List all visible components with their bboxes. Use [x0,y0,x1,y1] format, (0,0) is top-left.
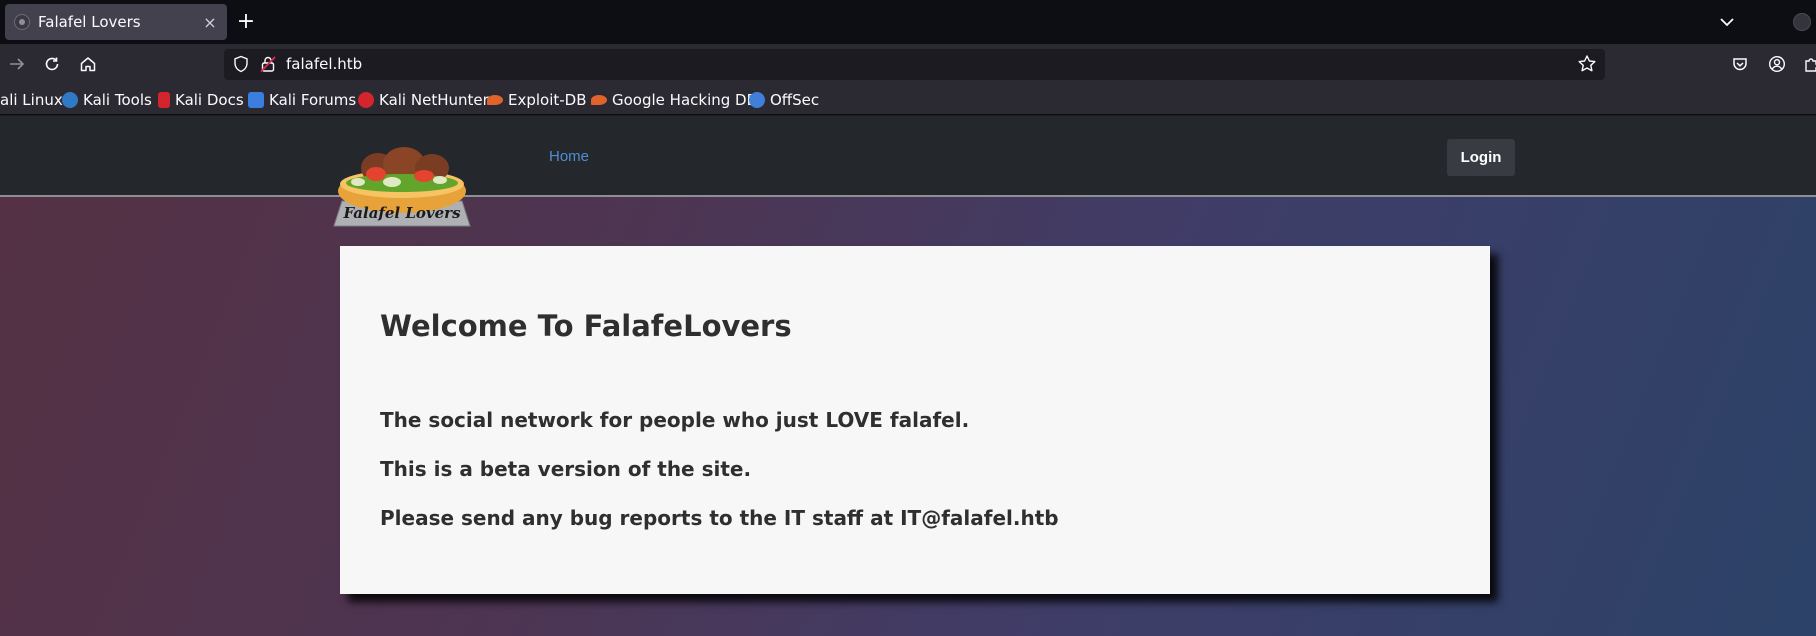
bookmark-label: Kali Tools [83,91,152,109]
bookmark-kali-forums[interactable]: Kali Forums [248,90,356,110]
window-control-icon[interactable] [1793,13,1811,31]
account-icon[interactable] [1765,52,1789,76]
tab-strip: Falafel Lovers × + [0,0,1816,44]
beta-notice-text: This is a beta version of the site. [380,457,752,481]
bookmark-exploit-db[interactable]: Exploit-DB [487,90,587,110]
site-header: Home Login [0,116,1816,197]
url-text[interactable]: falafel.htb [286,55,362,73]
falafel-lovers-logo[interactable]: Falafel Lovers [332,146,472,228]
bookmark-star-icon[interactable] [1577,54,1597,74]
navigation-toolbar: falafel.htb [0,44,1816,84]
bookmark-kali-docs[interactable]: Kali Docs [158,90,244,110]
extensions-icon[interactable] [1800,52,1816,76]
bookmark-kali-linux[interactable]: ali Linux [0,90,63,110]
tab-close-icon[interactable]: × [202,13,218,32]
forward-arrow-icon[interactable] [5,52,29,76]
tagline-text: The social network for people who just L… [380,408,970,432]
bookmark-label: Kali Docs [175,91,244,109]
home-icon[interactable] [76,52,100,76]
tab-title: Falafel Lovers [38,13,141,31]
pocket-icon[interactable] [1728,52,1752,76]
address-bar[interactable]: falafel.htb [224,49,1605,80]
nethunter-icon [358,92,374,108]
logo-text: Falafel Lovers [342,204,461,222]
kali-docs-icon [158,92,170,108]
tab-falafel-lovers[interactable]: Falafel Lovers × [5,4,227,40]
kali-forums-icon [248,92,264,108]
offsec-icon [749,92,765,108]
bookmark-label: Google Hacking DB [612,91,757,109]
welcome-heading: Welcome To FalafeLovers [380,309,792,343]
nav-home-link[interactable]: Home [549,148,589,165]
bookmark-label: Kali Forums [269,91,357,109]
bookmark-label: Kali NetHunter [379,91,489,109]
list-all-tabs-chevron-icon[interactable] [1715,10,1739,34]
bug-report-text: Please send any bug reports to the IT st… [380,506,1059,530]
bookmark-label: ali Linux [0,91,63,109]
exploit-db-icon [487,95,503,105]
bookmark-kali-nethunter[interactable]: Kali NetHunter [358,90,489,110]
bookmark-label: Exploit-DB [508,91,587,109]
ghdb-icon [591,95,607,105]
bookmarks-toolbar: ali Linux Kali Tools Kali Docs Kali Foru… [0,84,1816,115]
page-viewport: Home Login Falafel Lovers Welcome To Fal… [0,116,1816,636]
site-favicon-icon [14,14,30,30]
tracking-protection-shield-icon[interactable] [232,55,250,73]
reload-icon[interactable] [40,52,64,76]
bookmark-google-hacking-db[interactable]: Google Hacking DB [591,90,757,110]
insecure-lock-icon[interactable] [259,55,277,73]
new-tab-button[interactable]: + [236,8,256,36]
welcome-card: Welcome To FalafeLovers The social netwo… [340,246,1490,594]
bookmark-kali-tools[interactable]: Kali Tools [62,90,152,110]
bookmark-label: OffSec [770,91,820,109]
login-button[interactable]: Login [1447,139,1515,176]
bookmark-offsec[interactable]: OffSec [749,90,819,110]
kali-tools-icon [62,92,78,108]
